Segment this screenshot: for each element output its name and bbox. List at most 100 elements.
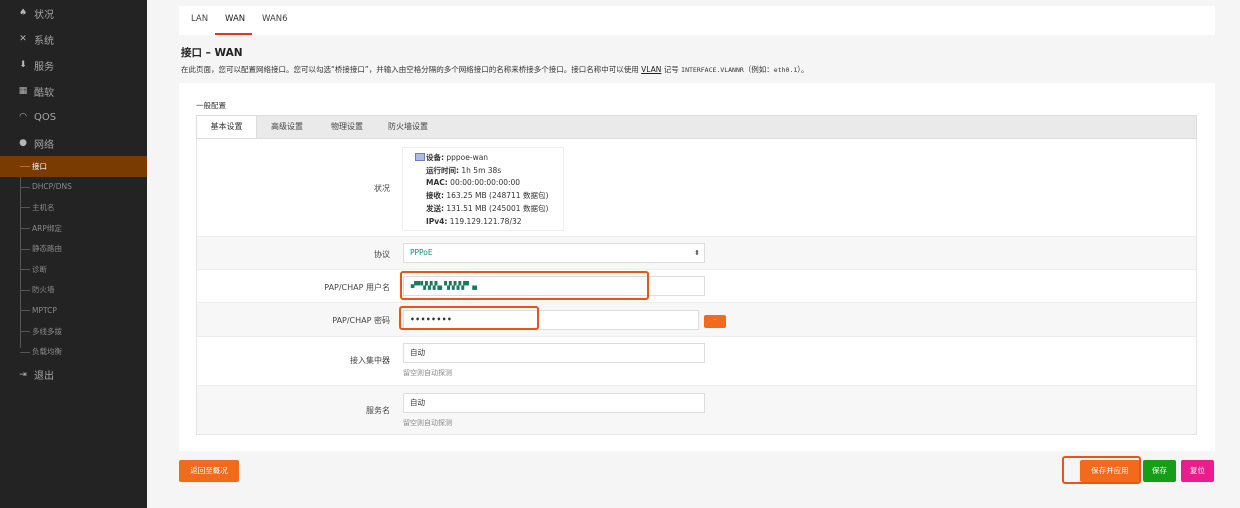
tools-icon: ✕ bbox=[19, 34, 27, 44]
sidebar-item-label: 退出 bbox=[34, 371, 54, 383]
device-value: pppoe-wan bbox=[446, 153, 489, 162]
protocol-label: 协议 bbox=[374, 250, 390, 259]
password-row: PAP/CHAP 密码 •••••••• ⁻ bbox=[197, 303, 1196, 337]
page-title: 接口 – WAN bbox=[181, 47, 243, 59]
status-uptime: 运行时间: 1h 5m 38s bbox=[415, 165, 553, 178]
tab-wan[interactable]: WAN bbox=[225, 14, 245, 24]
status-label: 状况 bbox=[374, 184, 390, 193]
sidebar-item-label: 服务 bbox=[34, 61, 54, 73]
sidebar-item-software[interactable]: ▦ 酷软 bbox=[0, 78, 147, 104]
sidebar-item-arp-binding[interactable]: ARP绑定 bbox=[0, 218, 147, 239]
back-to-overview-button[interactable]: 返回至概况 bbox=[179, 460, 239, 482]
network-icon bbox=[415, 153, 425, 161]
tab-lan[interactable]: LAN bbox=[191, 14, 208, 24]
tab-physical-settings[interactable]: 物理设置 bbox=[317, 116, 377, 138]
tx-value: 131.51 MB (245001 数据包) bbox=[446, 203, 549, 213]
uptime-key: 运行时间: bbox=[426, 165, 459, 175]
rx-value: 163.25 MB (248711 数据包) bbox=[446, 191, 549, 201]
section-title: 一般配置 bbox=[196, 101, 226, 110]
tab-firewall-settings[interactable]: 防火墙设置 bbox=[377, 116, 439, 138]
device-key: 设备: bbox=[426, 153, 444, 162]
basic-settings-form: 状况 设备: pppoe-wan 运行时间: 1h 5m 38s MAC: 00… bbox=[196, 139, 1197, 435]
sidebar-item-label: 状况 bbox=[34, 9, 54, 21]
access-concentrator-row: 接入集中器 自动 留空则自动探测 bbox=[197, 337, 1196, 386]
download-icon: ⬇ bbox=[19, 60, 27, 70]
protocol-select[interactable]: PPPoE ⬍ bbox=[403, 243, 705, 263]
sidebar-item-multiwan[interactable]: 多线多拨 bbox=[0, 321, 147, 342]
desc-text: 记号 bbox=[661, 65, 682, 74]
calendar-icon: ▦ bbox=[18, 86, 28, 96]
tab-wan6[interactable]: WAN6 bbox=[262, 14, 288, 24]
service-name-hint: 留空则自动探测 bbox=[403, 419, 452, 427]
save-apply-highlight bbox=[1062, 456, 1141, 484]
ipv4-key: IPv4: bbox=[426, 216, 448, 226]
sidebar-item-dhcp-dns[interactable]: DHCP/DNS bbox=[0, 177, 147, 198]
access-concentrator-hint: 留空则自动探测 bbox=[403, 369, 452, 377]
sidebar-item-logout[interactable]: ⇥ 退出 bbox=[0, 362, 147, 388]
password-highlight bbox=[399, 306, 539, 330]
tab-basic-settings[interactable]: 基本设置 bbox=[197, 116, 257, 138]
sidebar-item-firewall[interactable]: 防火墙 bbox=[0, 280, 147, 301]
vlan-link[interactable]: VLAN bbox=[641, 65, 661, 74]
tab-advanced-settings[interactable]: 高级设置 bbox=[257, 116, 317, 138]
sidebar-item-services[interactable]: ⬇ 服务 bbox=[0, 52, 147, 78]
status-box: 设备: pppoe-wan 运行时间: 1h 5m 38s MAC: 00:00… bbox=[402, 147, 564, 231]
active-tab-indicator bbox=[215, 33, 252, 35]
page-description: 在此页面，您可以配置网络接口。您可以勾选“桥接接口”，并输入由空格分隔的多个网络… bbox=[181, 64, 809, 75]
main-content: LAN WAN WAN6 接口 – WAN 在此页面，您可以配置网络接口。您可以… bbox=[147, 0, 1240, 508]
password-label: PAP/CHAP 密码 bbox=[332, 316, 390, 325]
save-button[interactable]: 保存 bbox=[1143, 460, 1176, 482]
gauge-icon: ◠ bbox=[19, 112, 27, 122]
mac-value: 00:00:00:00:00:00 bbox=[450, 178, 521, 188]
sidebar-item-static-routes[interactable]: 静态路由 bbox=[0, 238, 147, 259]
status-row: 状况 设备: pppoe-wan 运行时间: 1h 5m 38s MAC: 00… bbox=[197, 139, 1196, 237]
reveal-password-button[interactable]: ⁻ bbox=[704, 315, 726, 328]
sidebar-item-label: 酷软 bbox=[34, 87, 54, 99]
username-highlight bbox=[400, 271, 649, 300]
sidebar-item-label: QOS bbox=[34, 111, 57, 123]
mac-key: MAC: bbox=[426, 178, 448, 188]
select-arrows-icon: ⬍ bbox=[694, 249, 700, 257]
sidebar-item-qos[interactable]: ◠ QOS bbox=[0, 104, 147, 130]
username-row: PAP/CHAP 用户名 ▪▀ ▚▚▚▚▖▚▚▚▚▀ ▗▖ bbox=[197, 270, 1196, 303]
sidebar-item-hostnames[interactable]: 主机名 bbox=[0, 197, 147, 218]
sidebar-item-interfaces[interactable]: 接口 bbox=[0, 156, 147, 177]
uptime-value: 1h 5m 38s bbox=[461, 165, 502, 175]
sidebar-item-diagnostics[interactable]: 诊断 bbox=[0, 259, 147, 280]
sidebar: ♠ 状况 ✕ 系统 ⬇ 服务 ▦ 酷软 ◠ QOS ● 网络 接口 DHCP/DNS 主机名… bbox=[0, 0, 147, 508]
status-device: 设备: pppoe-wan bbox=[415, 152, 553, 165]
access-concentrator-input[interactable]: 自动 bbox=[403, 343, 705, 363]
sidebar-item-status[interactable]: ♠ 状况 bbox=[0, 0, 147, 26]
interface-tabs: LAN WAN WAN6 bbox=[179, 6, 1215, 35]
desc-code: eth0.1 bbox=[773, 66, 798, 74]
globe-icon: ● bbox=[19, 138, 27, 148]
sidebar-item-label: 系统 bbox=[34, 35, 54, 47]
status-tx: 发送: 131.51 MB (245001 数据包) bbox=[415, 203, 553, 216]
desc-code: INTERFACE.VLANNR bbox=[681, 66, 744, 74]
service-name-label: 服务名 bbox=[366, 406, 390, 415]
logout-icon: ⇥ bbox=[19, 369, 27, 380]
service-name-row: 服务名 自动 留空则自动探测 bbox=[197, 386, 1196, 434]
status-mac: MAC: 00:00:00:00:00:00 bbox=[415, 177, 553, 190]
sidebar-item-system[interactable]: ✕ 系统 bbox=[0, 26, 147, 52]
config-card: 一般配置 基本设置 高级设置 物理设置 防火墙设置 状况 设备: pppoe-w… bbox=[179, 83, 1215, 451]
desc-text: 在此页面，您可以配置网络接口。您可以勾选“桥接接口”，并输入由空格分隔的多个网络… bbox=[181, 65, 642, 74]
rx-key: 接收: bbox=[426, 191, 444, 201]
service-name-input[interactable]: 自动 bbox=[403, 393, 705, 413]
home-icon: ♠ bbox=[18, 8, 28, 18]
network-submenu: 接口 DHCP/DNS 主机名 ARP绑定 静态路由 诊断 防火墙 MPTCP … bbox=[0, 156, 147, 362]
ipv4-value: 119.129.121.78/32 bbox=[449, 216, 522, 226]
status-ipv4: IPv4: 119.129.121.78/32 bbox=[415, 216, 553, 229]
section-tabs: 基本设置 高级设置 物理设置 防火墙设置 bbox=[196, 115, 1197, 139]
tx-key: 发送: bbox=[426, 203, 444, 213]
sidebar-item-label: 网络 bbox=[34, 139, 54, 151]
protocol-row: 协议 PPPoE ⬍ bbox=[197, 237, 1196, 270]
reset-button[interactable]: 复位 bbox=[1181, 460, 1214, 482]
sidebar-item-mptcp[interactable]: MPTCP bbox=[0, 300, 147, 321]
sidebar-item-load-balancing[interactable]: 负载均衡 bbox=[0, 341, 147, 362]
desc-text: ）。 bbox=[797, 65, 809, 74]
access-concentrator-label: 接入集中器 bbox=[350, 356, 390, 365]
username-label: PAP/CHAP 用户名 bbox=[324, 283, 390, 292]
status-rx: 接收: 163.25 MB (248711 数据包) bbox=[415, 190, 553, 203]
sidebar-item-network[interactable]: ● 网络 bbox=[0, 130, 147, 156]
